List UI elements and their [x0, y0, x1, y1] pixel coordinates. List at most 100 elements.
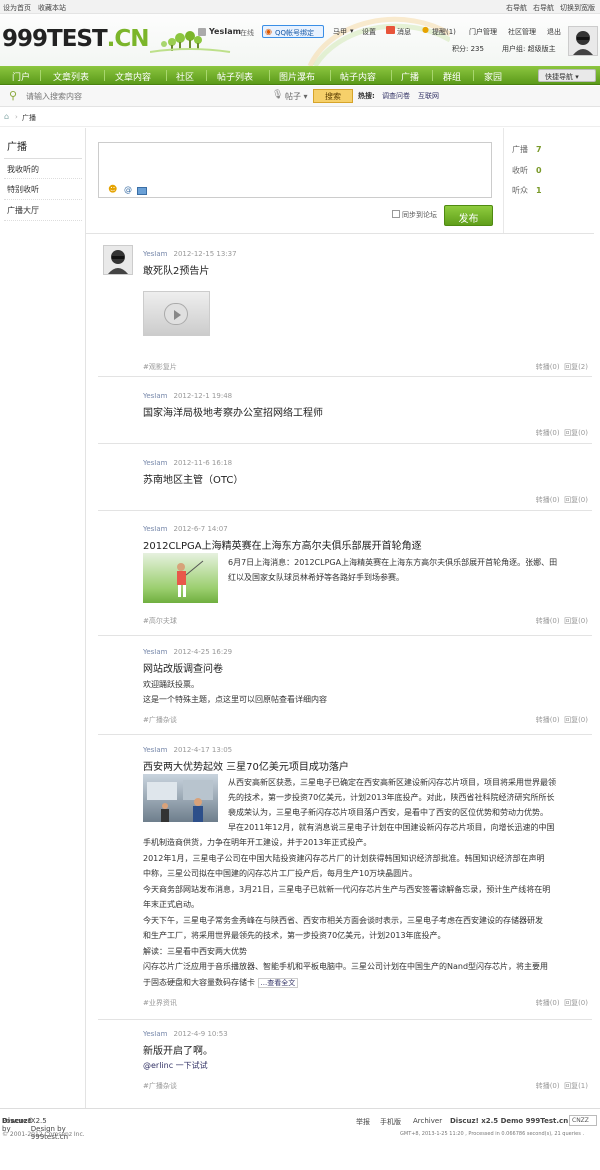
switch-style-link[interactable]: 切换到宽版	[560, 3, 595, 13]
feed-tag-link[interactable]: #观影复片	[143, 362, 177, 372]
hot-search-link[interactable]: 互联网	[418, 91, 439, 101]
publish-button[interactable]: 发布	[444, 205, 493, 226]
hot-search-label: 热搜:	[358, 92, 375, 100]
nav-item-article-list[interactable]: 文章列表	[53, 70, 89, 83]
feed-actions: 转播(0) 回复(0)	[536, 616, 588, 626]
search-type-select[interactable]: 帖子 ▾	[285, 91, 308, 102]
forward-link[interactable]: 转播(0)	[536, 617, 560, 625]
stat-label: 收听	[512, 166, 528, 175]
feed-user-link[interactable]: YesIam	[143, 392, 167, 400]
feed-user-link[interactable]: YesIam	[143, 525, 167, 533]
footer-archiver-link[interactable]: Archiver	[413, 1117, 442, 1125]
home-icon[interactable]: ⌂	[4, 112, 9, 121]
stat-following[interactable]: 收听 0	[512, 165, 542, 176]
community-admin-link[interactable]: 社区管理	[508, 27, 536, 37]
right-nav-link-2[interactable]: 右导航	[533, 3, 554, 13]
nav-item-home[interactable]: 家园	[484, 70, 502, 83]
search-input[interactable]	[25, 89, 275, 104]
username-link[interactable]: YesIam	[209, 27, 241, 36]
news-photo[interactable]	[143, 774, 218, 822]
nav-item-community[interactable]: 社区	[176, 70, 194, 83]
footer-report-link[interactable]: 举报	[356, 1117, 370, 1127]
notifications-link[interactable]: 提醒(1)	[432, 27, 456, 37]
feed-user-link[interactable]: YesIam	[143, 459, 167, 467]
forward-link[interactable]: 转播(0)	[536, 429, 560, 437]
nav-item-thread-content[interactable]: 帖子内容	[340, 70, 376, 83]
reply-link[interactable]: 回复(1)	[564, 1082, 588, 1090]
settings-link[interactable]: 设置	[362, 27, 376, 37]
site-logo[interactable]: 999TEST.CN	[2, 26, 150, 52]
feed-title[interactable]: 苏南地区主管（OTC）	[143, 471, 243, 486]
microphone-icon[interactable]: 🎙	[272, 90, 283, 100]
image-icon[interactable]	[137, 187, 147, 195]
feed-user-link[interactable]: YesIam	[143, 1030, 167, 1038]
feed-user-link[interactable]: YesIam	[143, 250, 167, 258]
feed-title[interactable]: 网站改版调查问卷	[143, 660, 223, 675]
reply-link[interactable]: 回复(0)	[564, 496, 588, 504]
feed-title[interactable]: 国家海洋局极地考察办公室招网络工程师	[143, 404, 323, 419]
bookmark-link[interactable]: 收藏本站	[38, 3, 66, 13]
points-link[interactable]: 积分: 235	[452, 44, 484, 54]
nav-item-groups[interactable]: 群组	[443, 70, 461, 83]
read-more-link[interactable]: ...查看全文	[257, 978, 299, 988]
feed-tag-link[interactable]: #广播杂谈	[143, 1081, 177, 1091]
feed-user-link[interactable]: YesIam	[143, 648, 167, 656]
forward-link[interactable]: 转播(0)	[536, 1082, 560, 1090]
cnzz-badge-icon[interactable]: CNZZ	[569, 1115, 597, 1126]
forward-link[interactable]: 转播(0)	[536, 363, 560, 371]
forward-link[interactable]: 转播(0)	[536, 496, 560, 504]
stat-broadcast[interactable]: 广播 7	[512, 144, 542, 155]
feed-tag-link[interactable]: #业界资讯	[143, 998, 177, 1008]
feed-user-link[interactable]: YesIam	[143, 746, 167, 754]
nav-item-thread-list[interactable]: 帖子列表	[217, 70, 253, 83]
sidebar-item-special-follow[interactable]: 特别收听	[4, 179, 82, 200]
mention-icon[interactable]: @	[124, 185, 132, 194]
avatar[interactable]	[103, 245, 133, 275]
footer-demo-link[interactable]: Discuz! x2.5 Demo 999Test.cn	[450, 1117, 568, 1125]
forward-link[interactable]: 转播(0)	[536, 999, 560, 1007]
feed-body-line[interactable]: 这是一个特殊主题，点这里可以回原帖查看详细内容	[143, 692, 327, 707]
reply-link[interactable]: 回复(0)	[564, 429, 588, 437]
reply-link[interactable]: 回复(0)	[564, 716, 588, 724]
feed-title[interactable]: 新版开启了啊。	[143, 1042, 213, 1057]
sidebar-item-broadcast-hall[interactable]: 广播大厅	[4, 200, 82, 221]
reply-link[interactable]: 回复(0)	[564, 999, 588, 1007]
feed-title[interactable]: 敢死队2预告片	[143, 262, 209, 277]
golf-photo[interactable]	[143, 553, 218, 603]
forward-link[interactable]: 转播(0)	[536, 716, 560, 724]
vest-menu[interactable]: 马甲	[333, 27, 347, 37]
nav-item-image-waterfall[interactable]: 图片瀑布	[279, 70, 315, 83]
feed-item: YesIam 2012-12-1 19:48 国家海洋局极地考察办公室招网络工程师…	[98, 378, 592, 444]
feed-title[interactable]: 西安两大优势起效 三星70亿美元项目成功落户	[143, 758, 349, 773]
nav-item-portal[interactable]: 门户	[12, 70, 30, 83]
feed-tag-link[interactable]: #高尔夫球	[143, 616, 177, 626]
right-nav-link-1[interactable]: 右导航	[506, 3, 527, 13]
portal-admin-link[interactable]: 门户管理	[469, 27, 497, 37]
breadcrumb-current[interactable]: 广播	[22, 113, 36, 123]
sidebar-item-following[interactable]: 我收听的	[4, 158, 82, 179]
usergroup-link[interactable]: 用户组: 超级版主	[502, 44, 556, 54]
broadcast-textarea[interactable]	[101, 145, 489, 183]
logout-link[interactable]: 退出	[547, 27, 561, 37]
nav-item-article-content[interactable]: 文章内容	[115, 70, 151, 83]
reply-link[interactable]: 回复(0)	[564, 617, 588, 625]
feed-tag-link[interactable]: #广播杂谈	[143, 715, 177, 725]
quick-nav-button[interactable]: 快捷导航 ▾	[538, 69, 596, 82]
stat-value: 1	[536, 186, 542, 195]
feed-title[interactable]: 2012CLPGA上海精英赛在上海东方高尔夫俱乐部展开首轮角逐	[143, 537, 422, 552]
nav-item-broadcast[interactable]: 广播	[401, 70, 419, 83]
reply-link[interactable]: 回复(2)	[564, 363, 588, 371]
stat-followers[interactable]: 听众 1	[512, 185, 542, 196]
sync-forum-checkbox[interactable]	[392, 210, 400, 218]
hot-search-link[interactable]: 调查问卷	[382, 91, 410, 101]
video-thumbnail[interactable]	[143, 291, 210, 336]
smiley-icon[interactable]: ☻	[108, 185, 117, 195]
set-home-link[interactable]: 设为首页	[3, 3, 31, 13]
avatar[interactable]	[568, 26, 598, 56]
messages-link[interactable]: 消息	[397, 27, 411, 37]
feed-body-line[interactable]: @erlinc 一下试试	[143, 1058, 208, 1073]
quick-nav-label: 快捷导航	[545, 73, 573, 81]
footer-mobile-link[interactable]: 手机版	[380, 1117, 401, 1127]
search-button[interactable]: 搜索	[313, 89, 353, 103]
qq-bind-button[interactable]: ◉ QQ帐号绑定	[262, 25, 324, 38]
